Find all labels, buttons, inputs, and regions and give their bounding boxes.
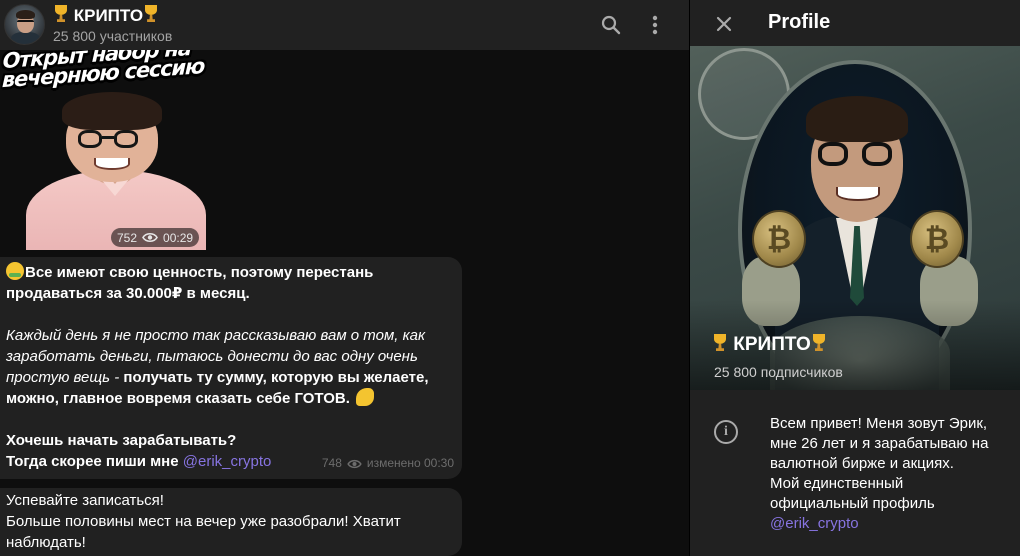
message-line: Больше половины мест на вечер уже разобр… (6, 513, 401, 530)
profile-bio-text: Всем привет! Меня зовут Эрик, мне 26 лет… (770, 415, 989, 512)
message-text-bold: Тогда скорее пиши мне (6, 453, 183, 470)
message-line: наблюдать! (6, 534, 86, 551)
person-smile (94, 158, 130, 170)
message-line: Каждый день я не просто так рассказываю … (6, 327, 426, 344)
video-caption: Открыт набор на вечернюю сессию (2, 50, 207, 92)
profile-title: Profile (768, 11, 831, 33)
avatar-glasses (17, 20, 34, 25)
bitcoin-coin-icon: ₿ (910, 210, 964, 268)
message-bubble[interactable]: Успевайте записаться! Больше половины ме… (0, 488, 462, 556)
message-line: простую вещь - получать ту сумму, котору… (6, 367, 452, 388)
search-icon (601, 15, 621, 35)
chat-member-count: 25 800 участников (53, 28, 173, 44)
more-button[interactable] (640, 10, 670, 40)
eye-icon (347, 459, 362, 468)
chat-header[interactable]: КРИПТО 25 800 участников (0, 0, 689, 50)
message-text: можно, главное вовремя сказать себе ГОТО… (6, 390, 350, 407)
profile-username-link[interactable]: @erik_crypto (770, 515, 859, 532)
channel-avatar[interactable] (4, 4, 45, 45)
profile-info-row[interactable]: i Всем привет! Меня зовут Эрик, мне 26 л… (690, 400, 1020, 556)
message-line: заработать деньги, пытаюсь донести до ва… (6, 348, 418, 365)
profile-subscriber-count: 25 800 подписчиков (714, 364, 843, 380)
more-vertical-icon (652, 15, 658, 35)
message-line: продаваться за 30.000₽ в месяц. (6, 285, 250, 302)
message-line: Все имеют свою ценность, поэтому переста… (6, 262, 452, 283)
search-button[interactable] (596, 10, 626, 40)
video-person (26, 92, 206, 250)
bitcoin-coin-icon: ₿ (752, 210, 806, 268)
video-duration: 00:29 (163, 230, 194, 245)
video-message[interactable]: Открыт набор на вечернюю сессию (0, 50, 207, 250)
message-spacer (6, 409, 452, 430)
video-views-count: 752 (117, 230, 138, 245)
close-icon (716, 16, 732, 32)
message-text-italic: простую вещь - (6, 369, 124, 386)
cover-glasses-left (818, 142, 848, 166)
message-views-count: 748 (321, 456, 342, 470)
message-text: Все имеют свою ценность, поэтому переста… (25, 264, 374, 281)
message-line: можно, главное вовремя сказать себе ГОТО… (6, 388, 452, 409)
chat-title: КРИПТО (53, 5, 172, 26)
profile-bio: Всем привет! Меня зовут Эрик, мне 26 лет… (770, 414, 1015, 534)
eye-icon (142, 232, 158, 243)
username-link[interactable]: @erik_crypto (183, 453, 272, 470)
message-spacer (6, 304, 452, 325)
trophy-icon (53, 5, 69, 23)
info-icon: i (714, 420, 738, 444)
cover-hair (806, 96, 908, 142)
message-text-bold: получать ту сумму, которую вы желаете, (123, 369, 429, 386)
profile-panel: Profile ₿ ₿ КРИПТО 25 800 подписчиков i … (690, 0, 1020, 556)
video-meta-badge: 752 00:29 (111, 228, 200, 247)
profile-name-text: КРИПТО (733, 334, 811, 355)
message-bubble[interactable]: Все имеют свою ценность, поэтому переста… (0, 257, 462, 479)
message-line: Хочешь начать зарабатывать? (6, 432, 237, 449)
close-button[interactable] (710, 10, 738, 38)
person-glasses-right (114, 130, 138, 148)
trophy-icon (811, 334, 827, 352)
flexed-biceps-emoji-icon (356, 388, 375, 406)
avatar-body (11, 32, 40, 44)
chat-panel: КРИПТО 25 800 участников Открыт набор на… (0, 0, 689, 556)
trophy-icon (143, 5, 159, 23)
chat-title-block[interactable]: КРИПТО 25 800 участников (53, 5, 172, 45)
chat-title-text: КРИПТО (73, 6, 144, 25)
message-line: Успевайте записаться! (6, 492, 164, 509)
money-face-emoji-icon (6, 262, 24, 280)
profile-name: КРИПТО (712, 334, 827, 356)
trophy-icon (712, 334, 728, 352)
cover-smile (836, 187, 880, 201)
message-meta: 748 изменено 00:30 (322, 453, 454, 474)
person-glasses-left (78, 130, 102, 148)
avatar-hair (16, 10, 35, 19)
profile-cover-image[interactable]: ₿ ₿ КРИПТО 25 800 подписчиков (690, 46, 1020, 390)
message-edited-time: изменено 00:30 (366, 456, 454, 470)
person-hair (62, 92, 162, 130)
profile-header: Profile (690, 0, 1020, 46)
cover-glasses-right (862, 142, 892, 166)
person-glasses-bridge (102, 136, 114, 139)
